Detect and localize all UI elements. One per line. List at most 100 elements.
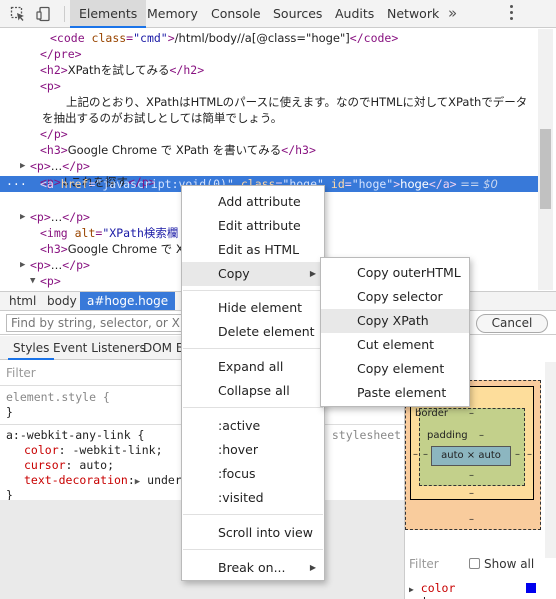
breadcrumb-html[interactable]: html	[2, 292, 43, 310]
box-model-border-label: border	[415, 408, 449, 419]
box-model-padding-top: –	[479, 430, 484, 441]
tree-token: …	[50, 159, 63, 173]
menu-item-paste-element[interactable]: Paste element	[321, 381, 469, 405]
menu-item-break-on[interactable]: Break on... ▶	[182, 556, 324, 580]
tree-token: </h3>	[281, 143, 316, 157]
box-model-padding-label: padding	[427, 430, 468, 441]
tree-node[interactable]: このChromeの機能を使	[66, 289, 192, 290]
collapse-triangle-icon[interactable]: ▼	[30, 273, 40, 289]
tree-node[interactable]: </pre>	[40, 46, 82, 62]
menu-item-expand-all[interactable]: Expand all	[182, 355, 324, 379]
breadcrumb-body[interactable]: body	[40, 292, 84, 310]
tree-node[interactable]: <img alt="XPath検索欄	[40, 225, 178, 241]
tree-token: </a>	[428, 177, 457, 191]
show-all-toggle[interactable]: Show all	[469, 557, 534, 571]
element-style-close: }	[6, 405, 13, 419]
menu-item-break-on-label: Break on...	[218, 560, 286, 575]
tab-audits[interactable]: Audits	[335, 0, 374, 28]
style-prop-text-decoration[interactable]: text-decoration:▶ underl	[24, 473, 189, 488]
tree-token: …	[50, 210, 63, 224]
computed-prop-name: color	[420, 581, 456, 595]
tab-event-listeners[interactable]: Event Listeners	[48, 336, 151, 360]
tree-token: <a	[40, 177, 61, 191]
expand-triangle-icon[interactable]: ▶	[20, 209, 30, 225]
rule-selector[interactable]: a:-webkit-any-link {	[6, 428, 144, 443]
color-swatch[interactable]	[526, 583, 537, 593]
toolbar-separator	[64, 6, 65, 22]
tab-sources[interactable]: Sources	[273, 0, 322, 28]
show-all-checkbox[interactable]	[469, 558, 480, 569]
customize-menu-icon[interactable]	[510, 5, 514, 23]
tab-memory[interactable]: Memory	[147, 0, 198, 28]
menu-item-collapse-all[interactable]: Collapse all	[182, 379, 324, 403]
node-actions-ellipsis-icon[interactable]: ···	[6, 176, 27, 192]
menu-item-focus[interactable]: :focus	[182, 462, 324, 486]
tree-node[interactable]: <p>	[40, 78, 61, 94]
submenu-arrow-icon: ▶	[309, 563, 316, 572]
expand-triangle-icon[interactable]: ▶	[135, 477, 140, 487]
tree-node[interactable]: <h2>XPathを試してみる</h2>	[40, 62, 204, 78]
menu-item-copy-selector[interactable]: Copy selector	[321, 285, 469, 309]
menu-item-hide-element[interactable]: Hide element	[182, 296, 324, 320]
menu-separator	[183, 290, 323, 291]
element-style-selector[interactable]: element.style {	[6, 390, 110, 405]
box-model-margin-bottom: –	[469, 514, 474, 525]
tree-token: Google Chrome で XPath を書いてみる	[67, 143, 282, 157]
box-model-content[interactable]: auto × auto	[431, 446, 511, 466]
menu-item-delete-element[interactable]: Delete element	[182, 320, 324, 344]
rule-source-link[interactable]: t stylesheet	[318, 428, 401, 443]
find-input[interactable]	[6, 314, 182, 332]
computed-filter[interactable]: Filter	[409, 557, 439, 571]
inspect-element-icon[interactable]	[10, 6, 26, 22]
expand-triangle-icon[interactable]: ▶	[20, 158, 30, 174]
menu-item-cut-element[interactable]: Cut element	[321, 333, 469, 357]
tree-node[interactable]: を抽出するのがお試しとしては簡単でしょう。	[42, 110, 282, 126]
tree-node[interactable]: <h3>Google Chrome で X	[40, 241, 184, 257]
style-prop-color[interactable]: color: -webkit-link;	[24, 443, 163, 458]
tree-token: hoge	[400, 177, 429, 191]
tab-elements[interactable]: Elements	[70, 0, 147, 28]
menu-item-scroll-into-view[interactable]: Scroll into view	[182, 521, 324, 545]
menu-item-edit-attribute[interactable]: Edit attribute	[182, 214, 324, 238]
tree-token: alt	[74, 226, 96, 240]
tree-node[interactable]: <p>…</p>	[30, 158, 90, 174]
tree-node[interactable]: </p>	[40, 126, 68, 142]
tree-token: <h3>	[40, 143, 68, 157]
tree-node[interactable]: <p>	[40, 273, 61, 289]
devtools-toolbar: Elements Memory Console Sources Audits N…	[0, 0, 556, 28]
tree-node[interactable]: <code class="cmd">/html/body//a[@class="…	[50, 30, 398, 46]
tree-scrollbar[interactable]	[538, 29, 553, 290]
tree-token: class	[91, 31, 127, 45]
menu-item-copy-xpath[interactable]: Copy XPath	[321, 309, 469, 333]
menu-item-copy-outerhtml[interactable]: Copy outerHTML	[321, 261, 469, 285]
expand-triangle-icon[interactable]: ▶	[409, 585, 414, 594]
menu-item-visited[interactable]: :visited	[182, 486, 324, 510]
style-prop-cursor[interactable]: cursor: auto;	[24, 458, 114, 473]
cancel-button[interactable]: Cancel	[476, 314, 548, 333]
device-toolbar-icon[interactable]	[36, 6, 52, 22]
menu-item-copy-label: Copy	[218, 266, 250, 281]
more-tabs-chevron-icon[interactable]: »	[448, 4, 457, 22]
submenu-arrow-icon: ▶	[309, 269, 316, 278]
menu-item-copy[interactable]: Copy ▶	[182, 262, 324, 286]
styles-filter-placeholder: Filter	[6, 366, 36, 380]
expand-triangle-icon[interactable]: ▶	[20, 257, 30, 273]
box-model-border-bottom: –	[469, 488, 474, 499]
menu-item-copy-element[interactable]: Copy element	[321, 357, 469, 381]
tree-node[interactable]: <h3>Google Chrome で XPath を書いてみる</h3>	[40, 142, 316, 158]
tree-token: Google Chrome で X	[67, 242, 184, 256]
menu-item-edit-as-html[interactable]: Edit as HTML	[182, 238, 324, 262]
menu-item-active[interactable]: :active	[182, 414, 324, 438]
tree-node[interactable]: <p>…</p>	[30, 209, 90, 225]
tree-node[interactable]: <p>…</p>	[30, 257, 90, 273]
box-model-border-left: –	[413, 449, 418, 460]
computed-color-row[interactable]: ▶ color rgb	[409, 581, 553, 599]
tab-console[interactable]: Console	[211, 0, 261, 28]
tree-scrollbar-thumb[interactable]	[540, 129, 551, 209]
menu-item-hover[interactable]: :hover	[182, 438, 324, 462]
tab-network[interactable]: Network	[387, 0, 439, 28]
menu-item-add-attribute[interactable]: Add attribute	[182, 190, 324, 214]
computed-scrollbar[interactable]	[545, 362, 556, 558]
tree-node[interactable]: 上記のとおり、XPathはHTMLのパースに使えます。なのでHTMLに対してXP…	[66, 94, 527, 110]
breadcrumb-current[interactable]: a#hoge.hoge	[80, 292, 176, 310]
